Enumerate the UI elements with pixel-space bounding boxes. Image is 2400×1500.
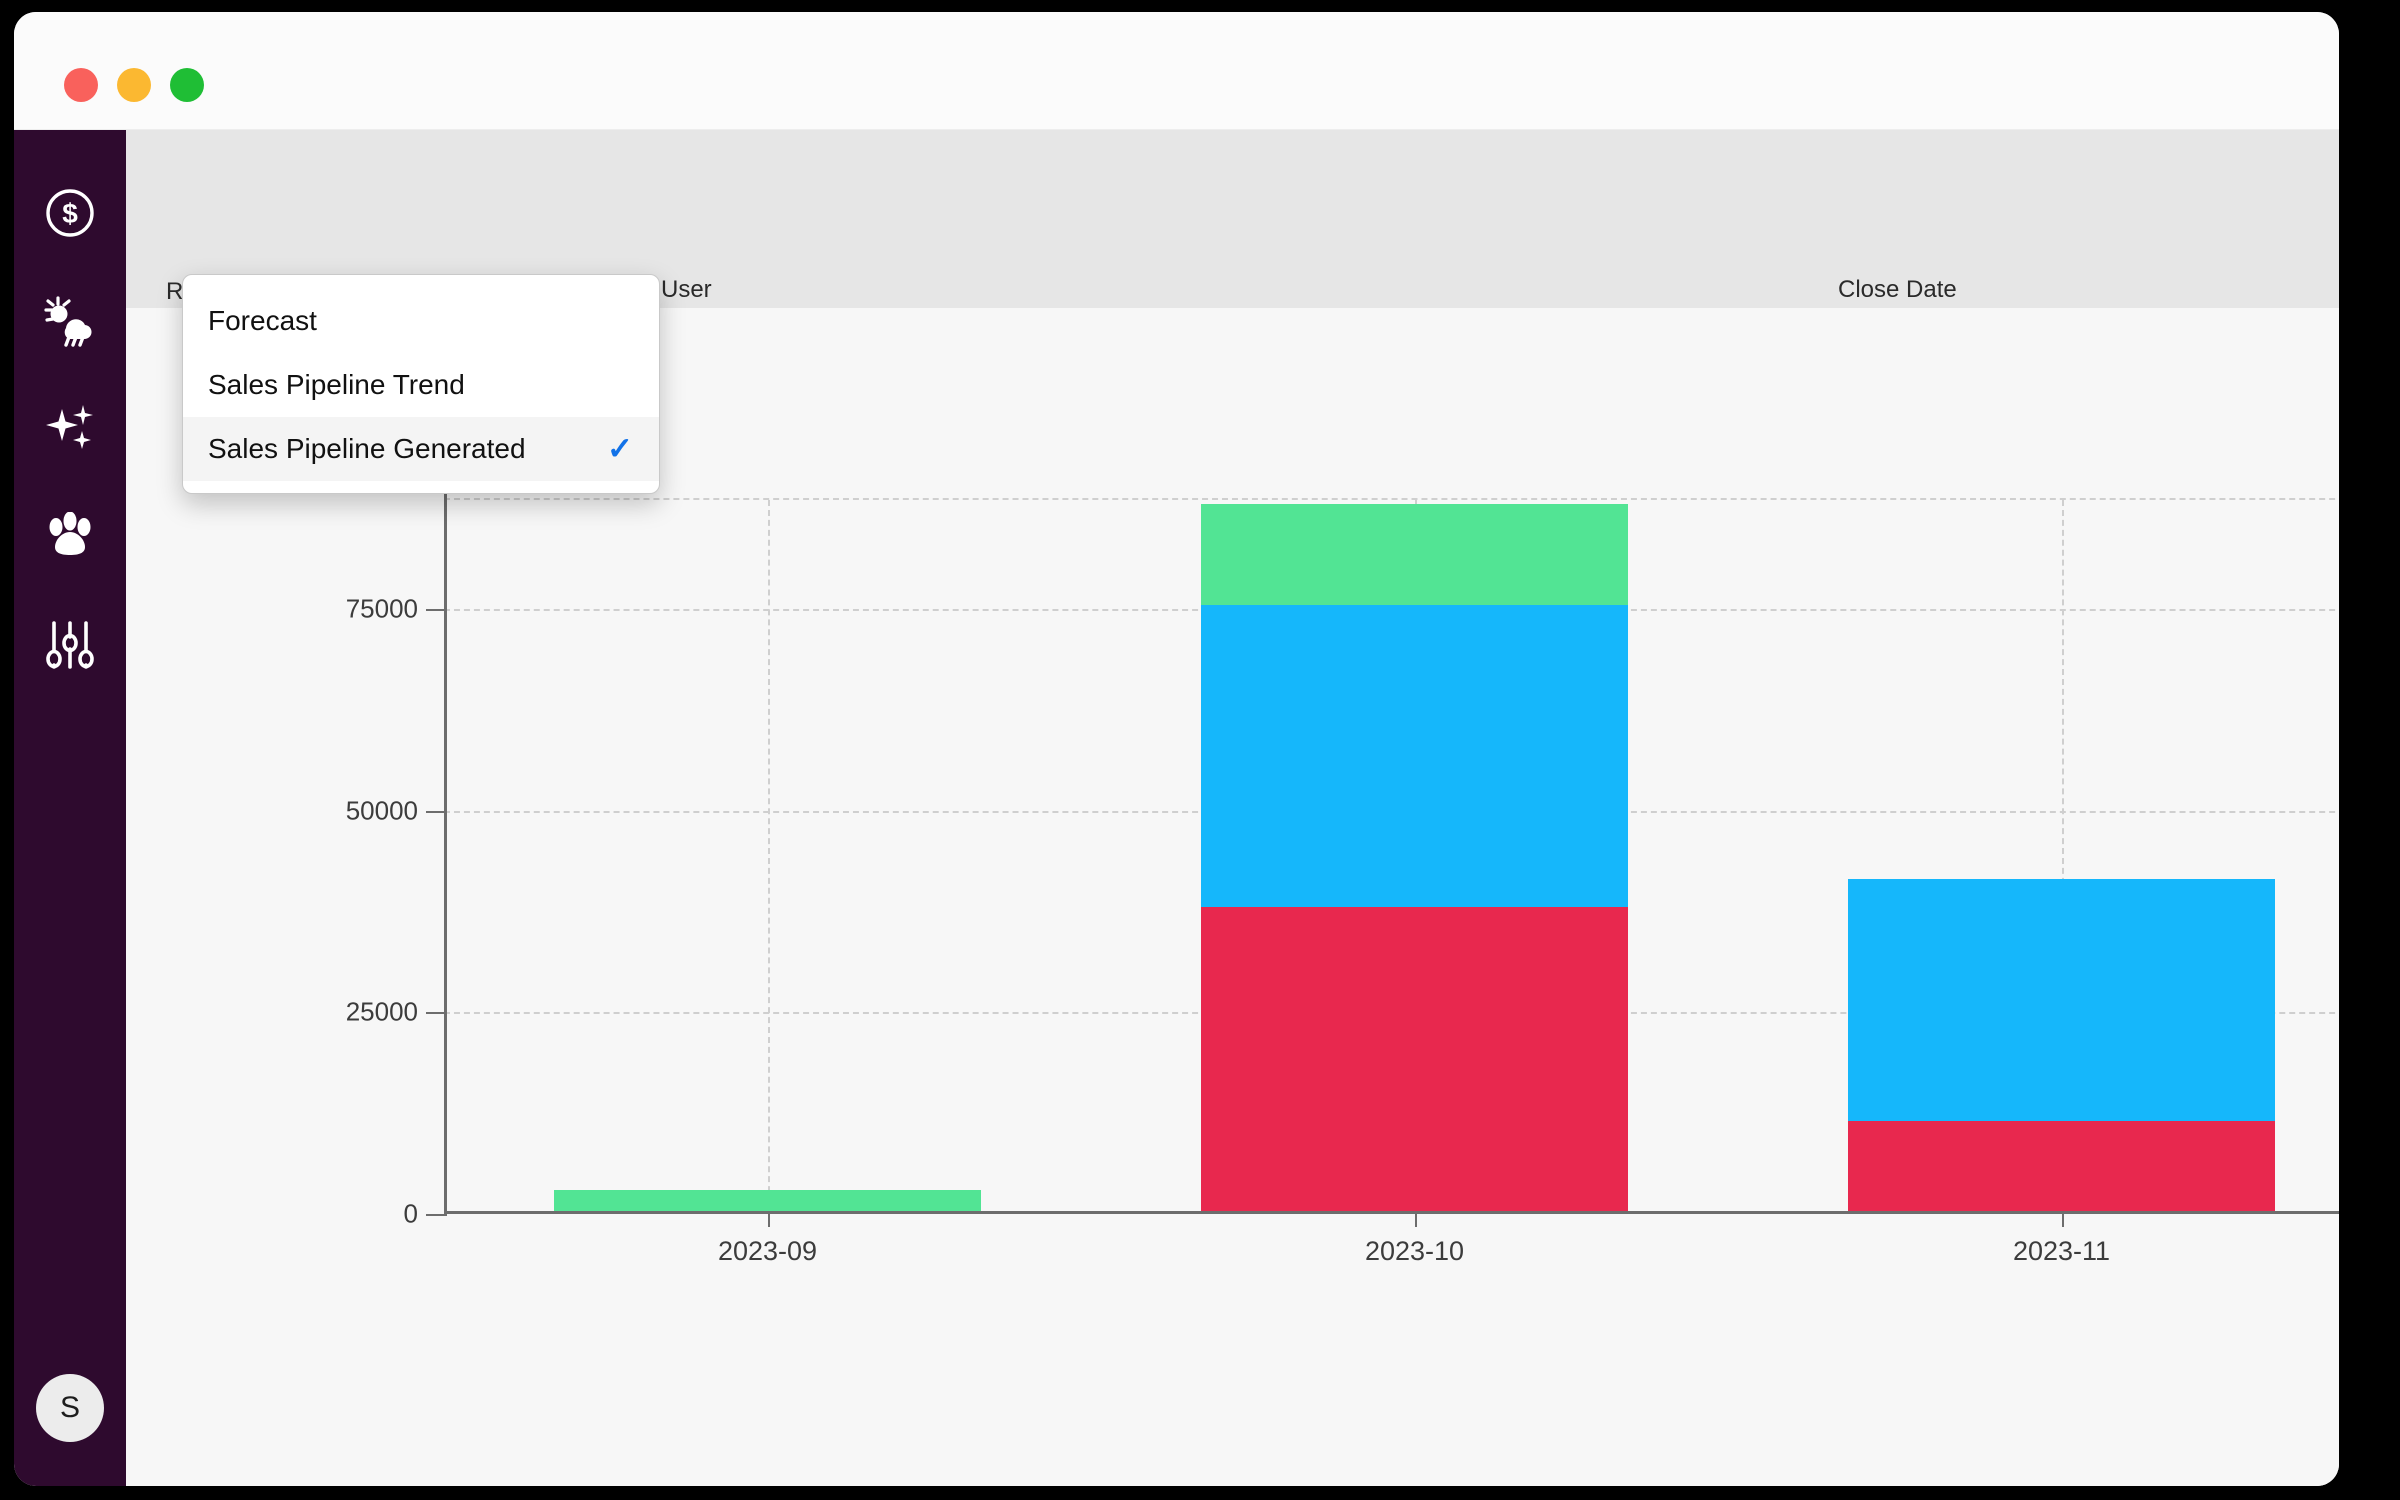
y-axis bbox=[444, 468, 447, 1216]
x-axis-tick bbox=[767, 1211, 770, 1227]
user-label: User bbox=[661, 276, 712, 303]
x-axis bbox=[444, 1211, 2339, 1214]
avatar[interactable]: S bbox=[36, 1374, 104, 1442]
bar-segment[interactable] bbox=[1200, 604, 1628, 908]
y-axis-tick-label: 25000 bbox=[345, 996, 418, 1027]
sidebar-item-settings[interactable] bbox=[35, 610, 105, 680]
bar-segment[interactable] bbox=[1200, 907, 1628, 1214]
y-axis-tick bbox=[426, 1012, 444, 1015]
plot-area: 0 25000 50000 75000 bbox=[346, 498, 2339, 1229]
bar-segment[interactable] bbox=[1200, 504, 1628, 605]
x-axis-tick-label: 2023-09 bbox=[717, 1236, 818, 1266]
y-axis-tick-label: 50000 bbox=[345, 795, 418, 826]
report-dropdown-menu[interactable]: Forecast Sales Pipeline Trend Sales Pipeli… bbox=[182, 274, 660, 494]
weather-sun-rain-icon bbox=[42, 295, 98, 347]
gridline-vertical bbox=[767, 500, 770, 1212]
close-date-label: Close Date bbox=[1838, 276, 1957, 303]
dropdown-option[interactable]: Sales Pipeline Trend bbox=[183, 353, 659, 417]
sidebar-item-ai[interactable] bbox=[35, 394, 105, 464]
app-window: $ S User Close Date 0 25000 50000 75000 … bbox=[14, 12, 2339, 1486]
left-sidebar: $ S bbox=[14, 130, 126, 1486]
sliders-icon bbox=[44, 619, 96, 671]
close-window-button[interactable] bbox=[64, 68, 98, 102]
x-axis-tick bbox=[1414, 1211, 1417, 1227]
sidebar-item-weather[interactable] bbox=[35, 286, 105, 356]
sidebar-item-finance[interactable]: $ bbox=[35, 178, 105, 248]
y-axis-tick-label: 0 bbox=[403, 1198, 418, 1229]
x-axis-tick-label: 2023-11 bbox=[2012, 1236, 2111, 1266]
maximize-window-button[interactable] bbox=[170, 68, 204, 102]
y-axis-tick bbox=[426, 608, 444, 611]
y-axis-tick-label: 75000 bbox=[345, 593, 418, 624]
checkmark-icon: ✓ bbox=[607, 431, 633, 466]
bar-segment[interactable] bbox=[1847, 1121, 2275, 1214]
y-axis-tick bbox=[426, 1214, 444, 1216]
sidebar-item-pets[interactable] bbox=[35, 502, 105, 572]
minimize-window-button[interactable] bbox=[117, 68, 151, 102]
dropdown-option[interactable]: Forecast bbox=[183, 289, 659, 353]
dollar-circle-icon: $ bbox=[44, 187, 96, 239]
sparkles-icon bbox=[43, 403, 97, 455]
paw-print-icon bbox=[43, 512, 97, 562]
x-axis-tick-label: 2023-10 bbox=[1364, 1236, 1465, 1266]
avatar-initial: S bbox=[59, 1391, 80, 1424]
x-axis-tick bbox=[2061, 1211, 2064, 1227]
dropdown-option-label: Forecast bbox=[208, 305, 317, 336]
dropdown-option-label: Sales Pipeline Trend bbox=[208, 369, 465, 400]
bar-segment[interactable] bbox=[1847, 879, 2275, 1122]
window-titlebar bbox=[14, 12, 2339, 130]
dropdown-option-label: Sales Pipeline Generated bbox=[208, 433, 526, 464]
y-axis-tick bbox=[426, 810, 444, 813]
dropdown-option[interactable]: Sales Pipeline Generated ✓ bbox=[183, 417, 659, 481]
svg-text:$: $ bbox=[62, 198, 78, 229]
